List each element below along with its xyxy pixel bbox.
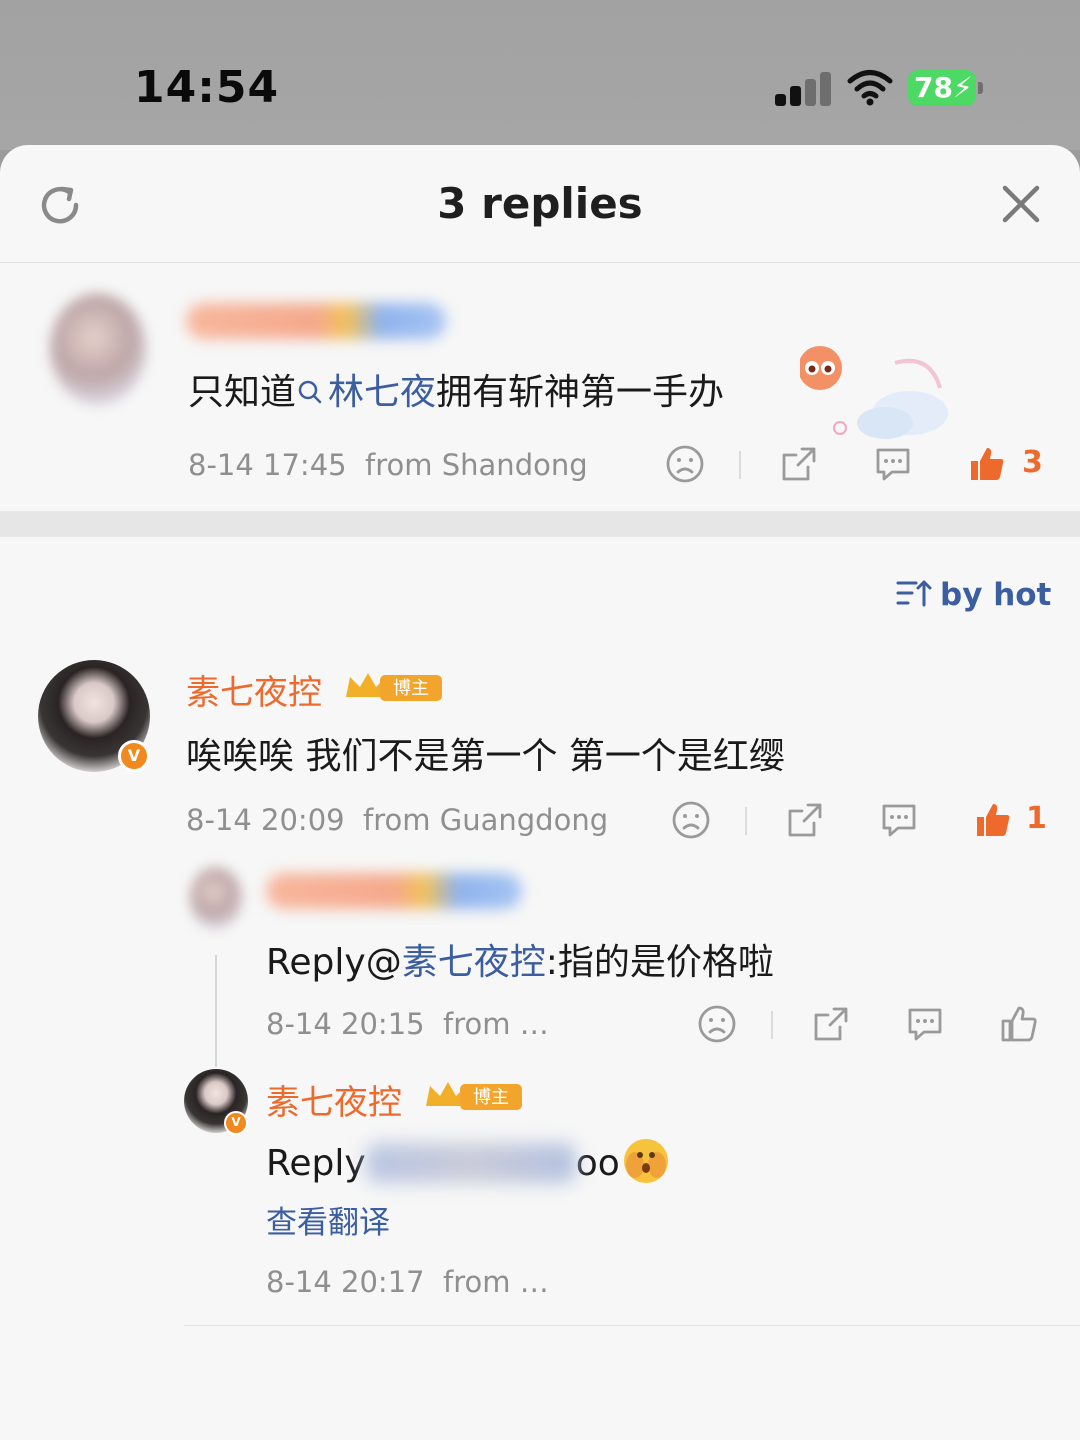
replies-sheet: 3 replies 只知道 林七夜拥有斩神第一手办 8-14 17:45 from… — [0, 145, 1080, 1440]
verified-badge-icon: V — [118, 740, 150, 772]
list-divider — [184, 1325, 1080, 1326]
dislike-face-icon[interactable] — [670, 799, 712, 841]
close-icon[interactable] — [1000, 183, 1042, 225]
comment-text: 只知道 林七夜拥有斩神第一手办 — [188, 363, 724, 415]
search-icon — [298, 380, 322, 404]
reply-prefix: Reply@ — [266, 942, 402, 983]
battery-level: 78 — [914, 71, 953, 104]
comment-text: 唉唉唉 我们不是第一个 第一个是红缨 — [186, 736, 785, 777]
sort-label: by hot — [940, 577, 1052, 613]
section-divider — [0, 511, 1080, 537]
thread-line — [215, 955, 217, 1067]
action-separator — [771, 1011, 773, 1039]
sort-icon — [896, 580, 932, 607]
reply-actions — [692, 1003, 1052, 1051]
blogger-badge-icon: 博主 — [346, 673, 442, 701]
comment-icon[interactable] — [904, 1003, 946, 1045]
sort-by-hot-button[interactable]: by hot — [896, 577, 1051, 613]
comment-timestamp: 8-14 17:45 — [188, 448, 347, 482]
topic-link[interactable]: 林七夜 — [296, 372, 436, 413]
battery-indicator: 78⚡ — [908, 70, 976, 106]
reply-body-end: oo — [575, 1143, 620, 1184]
comment-text-after: 拥有斩神第一手办 — [436, 372, 725, 413]
charging-bolt-icon: ⚡ — [952, 71, 973, 104]
reply-timestamp: 8-14 20:17 — [266, 1265, 425, 1299]
view-translation-link[interactable]: 查看翻译 — [266, 1197, 390, 1242]
avatar[interactable] — [190, 867, 242, 929]
comment-text-before: 只知道 — [188, 372, 297, 413]
action-separator — [739, 451, 741, 479]
verified-badge-icon: V — [224, 1111, 248, 1135]
redacted-mention — [365, 1143, 576, 1183]
battery-cap — [978, 82, 983, 94]
reply-location: from … — [443, 1265, 549, 1299]
reply-timestamp: 8-14 20:15 — [266, 1007, 425, 1041]
reply-prefix: Reply — [266, 1143, 366, 1184]
reply-meta: 8-14 20:17 from … — [266, 1265, 549, 1299]
share-icon[interactable] — [778, 443, 820, 485]
original-comment[interactable]: 只知道 林七夜拥有斩神第一手办 8-14 17:45 from Shandong … — [0, 263, 1080, 511]
username-redacted[interactable] — [186, 303, 446, 339]
comment-timestamp: 8-14 20:09 — [186, 803, 345, 837]
wifi-icon — [847, 70, 893, 106]
comment-meta: 8-14 20:09 from Guangdong — [186, 803, 608, 837]
page-title: 3 replies — [437, 179, 643, 228]
thumbs-up-icon[interactable] — [966, 443, 1008, 485]
sticker-icon — [800, 346, 948, 439]
share-icon[interactable] — [810, 1003, 852, 1045]
reply-text: Reply oo — [266, 1135, 672, 1187]
blogger-badge-icon: 博主 — [426, 1082, 522, 1110]
status-bar: 14:54 78⚡ — [0, 0, 1080, 150]
status-time: 14:54 — [134, 62, 280, 113]
comment-icon[interactable] — [872, 443, 914, 485]
cellular-signal-icon — [775, 72, 831, 106]
comment-actions: 1 — [666, 799, 1066, 847]
author-name[interactable]: 素七夜控 — [186, 665, 322, 714]
comment-icon[interactable] — [878, 799, 920, 841]
like-count: 1 — [1026, 801, 1047, 836]
dislike-face-icon[interactable] — [664, 443, 706, 485]
thumbs-up-icon[interactable] — [998, 1003, 1040, 1045]
covering-face-emoji-icon — [623, 1139, 668, 1183]
mention-link[interactable]: 素七夜控 — [402, 942, 546, 983]
reply-body: :指的是价格啦 — [545, 942, 774, 983]
blogger-badge-label: 博主 — [473, 1087, 509, 1108]
avatar[interactable] — [50, 293, 146, 405]
blogger-badge-label: 博主 — [393, 678, 429, 699]
share-icon[interactable] — [784, 799, 826, 841]
comment-location: from Shandong — [365, 448, 588, 482]
comment-meta: 8-14 17:45 from Shandong — [188, 448, 588, 482]
author-name[interactable]: 素七夜控 — [266, 1075, 402, 1124]
topic-link-label: 林七夜 — [328, 372, 437, 413]
dislike-face-icon[interactable] — [696, 1003, 738, 1045]
thumbs-up-icon[interactable] — [972, 799, 1014, 841]
reply-text: Reply@素七夜控:指的是价格啦 — [266, 933, 774, 985]
sheet-header: 3 replies — [0, 145, 1080, 263]
reply-meta: 8-14 20:15 from … — [266, 1007, 549, 1041]
username-redacted[interactable] — [266, 873, 522, 909]
like-count: 3 — [1022, 445, 1043, 480]
comment-actions: 3 — [660, 443, 1060, 491]
comment-location: from Guangdong — [363, 803, 609, 837]
action-separator — [745, 807, 747, 835]
reply-location: from … — [443, 1007, 549, 1041]
